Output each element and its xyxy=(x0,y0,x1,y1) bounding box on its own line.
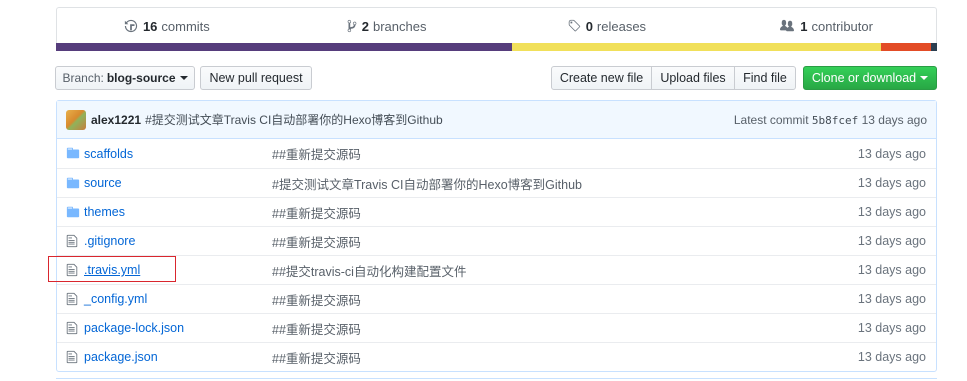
file-icon xyxy=(66,234,78,251)
find-file-label: Find file xyxy=(743,71,787,85)
caret-down-icon xyxy=(179,76,188,80)
language-segment[interactable] xyxy=(881,43,931,51)
file-commit-message[interactable]: ##提交travis-ci自动化构建配置文件 xyxy=(272,261,466,280)
upload-files-label: Upload files xyxy=(660,71,726,85)
tag-icon xyxy=(568,19,580,32)
folder-icon xyxy=(66,176,80,193)
commits-count: 16 xyxy=(142,18,158,34)
file-name-link[interactable]: package-lock.json xyxy=(84,321,184,335)
file-commit-age: 13 days ago xyxy=(857,205,926,219)
branch-name: blog-source xyxy=(106,71,176,85)
releases-link[interactable]: 0 releases xyxy=(497,8,717,44)
file-name-link[interactable]: .gitignore xyxy=(84,234,135,248)
file-commit-message[interactable]: ##重新提交源码 xyxy=(272,319,361,338)
commits-link[interactable]: 16 commits xyxy=(57,8,277,44)
file-commit-message[interactable]: #提交测试文章Travis CI自动部署你的Hexo博客到Github xyxy=(272,174,582,193)
file-commit-age: 13 days ago xyxy=(857,292,926,306)
clone-or-download-button[interactable]: Clone or download xyxy=(803,66,937,90)
table-row: .travis.yml ##提交travis-ci自动化构建配置文件 13 days… xyxy=(57,255,936,284)
file-icon xyxy=(66,350,78,367)
table-row: _config.yml ##重新提交源码 13 days ago xyxy=(57,284,936,313)
commits-label: commits xyxy=(161,18,210,34)
branch-select-button[interactable]: Branch: blog-source xyxy=(55,66,195,90)
file-commit-age: 13 days ago xyxy=(857,146,926,161)
table-row: package.json ##重新提交源码 13 days ago xyxy=(57,342,936,371)
caret-down-icon xyxy=(920,76,929,80)
file-name-link[interactable]: package.json xyxy=(84,350,158,364)
file-commit-age: 13 days ago xyxy=(857,350,926,364)
branches-link[interactable]: 2 branches xyxy=(277,8,497,44)
releases-count: 0 xyxy=(585,18,593,34)
file-commit-age: 13 days ago xyxy=(857,321,926,335)
table-row: source #提交测试文章Travis CI自动部署你的Hexo博客到Githu… xyxy=(57,168,936,197)
contributors-count: 1 xyxy=(800,18,808,34)
file-name-link[interactable]: themes xyxy=(84,205,125,219)
annotation-highlight-box xyxy=(48,256,176,282)
language-segment[interactable] xyxy=(56,43,513,51)
latest-commit-label: Latest commit xyxy=(733,112,809,127)
file-commit-message[interactable]: ##重新提交源码 xyxy=(272,203,361,222)
file-actions-group: Create new file Upload files Find file xyxy=(551,66,796,90)
branches-label: branches xyxy=(373,18,427,34)
file-commit-message[interactable]: ##重新提交源码 xyxy=(272,144,361,163)
latest-commit-bar: alex1221 #提交测试文章Travis CI自动部署你的Hexo博客到Gi… xyxy=(57,101,936,139)
create-new-file-label: Create new file xyxy=(559,71,644,85)
commit-author[interactable]: alex1221 xyxy=(91,113,141,127)
create-new-file-button[interactable]: Create new file xyxy=(551,66,652,90)
file-name-link[interactable]: scaffolds xyxy=(84,147,133,161)
branches-count: 2 xyxy=(361,18,369,34)
latest-commit-info: Latest commit 5b8fcef 13 days ago xyxy=(734,113,927,127)
file-list: alex1221 #提交测试文章Travis CI自动部署你的Hexo博客到Gi… xyxy=(56,100,937,372)
file-commit-message[interactable]: ##重新提交源码 xyxy=(272,348,361,367)
language-segment[interactable] xyxy=(512,43,882,51)
commit-message[interactable]: #提交测试文章Travis CI自动部署你的Hexo博客到Github xyxy=(145,111,443,128)
people-icon xyxy=(780,19,795,32)
file-commit-age: 13 days ago xyxy=(857,263,926,277)
commit-sha[interactable]: 5b8fcef xyxy=(812,114,858,127)
folder-icon xyxy=(66,205,80,222)
new-pull-request-button[interactable]: New pull request xyxy=(200,66,312,90)
table-row: scaffolds ##重新提交源码 13 days ago xyxy=(57,139,936,168)
table-row: themes ##重新提交源码 13 days ago xyxy=(57,197,936,226)
commit-age: 13 days ago xyxy=(861,112,927,127)
table-row: package-lock.json ##重新提交源码 13 days ago xyxy=(57,313,936,342)
file-icon xyxy=(66,321,78,338)
file-name-link[interactable]: source xyxy=(84,176,122,190)
file-rows: scaffolds ##重新提交源码 13 days ago source #提交测试文… xyxy=(57,139,936,371)
file-icon xyxy=(66,292,78,309)
new-pull-request-label: New pull request xyxy=(209,71,303,85)
file-name-link[interactable]: _config.yml xyxy=(84,292,147,306)
language-segment[interactable] xyxy=(930,43,937,51)
contributors-link[interactable]: 1 contributor xyxy=(716,8,936,44)
history-icon xyxy=(124,19,138,33)
clone-or-download-label: Clone or download xyxy=(811,71,917,85)
file-commit-message[interactable]: ##重新提交源码 xyxy=(272,290,361,309)
language-bar[interactable] xyxy=(56,43,937,51)
avatar[interactable] xyxy=(66,109,86,130)
git-branch-icon xyxy=(347,19,357,33)
folder-icon xyxy=(66,146,80,163)
branch-label: Branch: xyxy=(62,71,104,85)
upload-files-button[interactable]: Upload files xyxy=(651,66,735,90)
file-commit-age: 13 days ago xyxy=(857,176,926,190)
file-commit-age: 13 days ago xyxy=(857,234,926,248)
releases-label: releases xyxy=(596,18,647,34)
find-file-button[interactable]: Find file xyxy=(734,66,796,90)
contributors-label: contributor xyxy=(811,18,873,34)
table-row: .gitignore ##重新提交源码 13 days ago xyxy=(57,226,936,255)
file-commit-message[interactable]: ##重新提交源码 xyxy=(272,232,361,251)
